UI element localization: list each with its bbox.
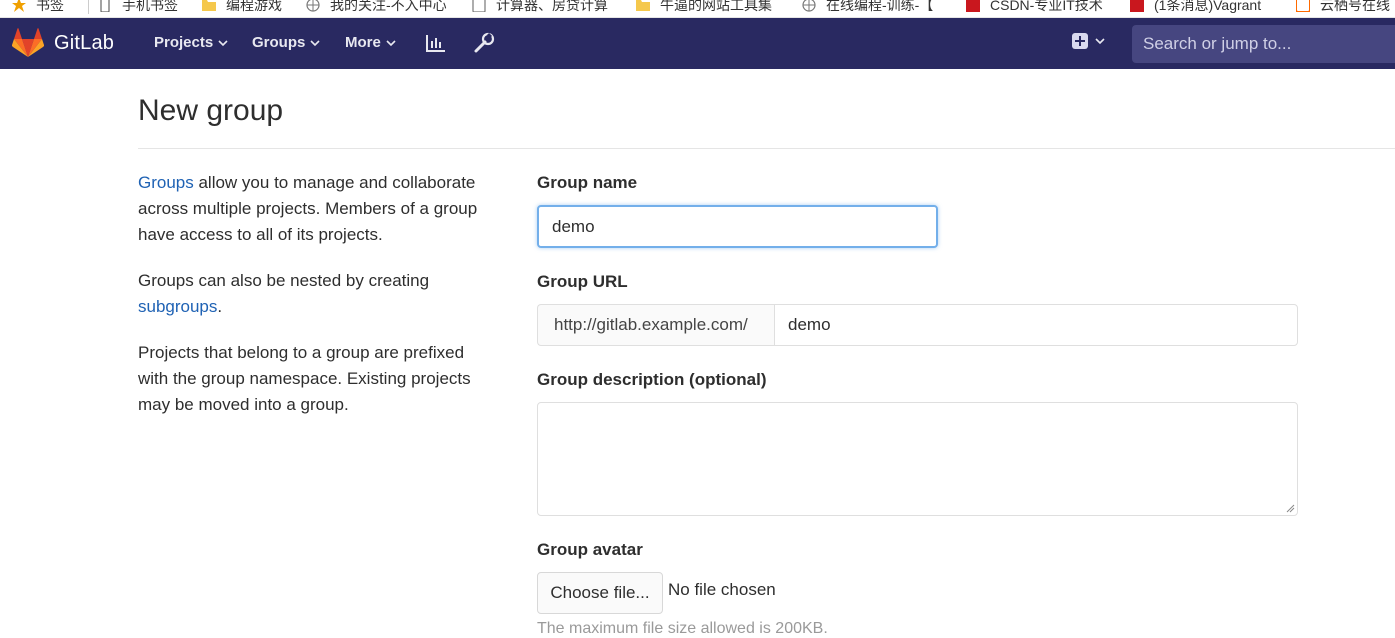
title-divider (138, 148, 1395, 149)
bookmark-label: 计算器、房贷计算 (496, 0, 608, 13)
nav-item-label: Groups (252, 34, 306, 51)
nav-item-label: Projects (154, 34, 214, 51)
chevron-down-icon (218, 39, 228, 46)
bookmark-item[interactable]: 手机书签 (98, 0, 178, 16)
bookmark-item[interactable]: 云栖号在线 (1296, 0, 1390, 16)
avatar-help-text: The maximum file size allowed is 200KB. (537, 620, 828, 637)
file-status-text: No file chosen (668, 580, 776, 599)
globe-icon (306, 0, 320, 12)
bookmark-label: 书签 (36, 0, 64, 13)
cloud-icon (1296, 0, 1310, 12)
bookmark-item[interactable]: 计算器、房贷计算 (472, 0, 608, 16)
choose-file-button[interactable]: Choose file... (537, 572, 663, 614)
subgroups-help-link[interactable]: subgroups (138, 297, 217, 316)
chevron-down-icon (1095, 38, 1105, 45)
groups-help-link[interactable]: Groups (138, 173, 194, 192)
page-title: New group (138, 94, 284, 127)
bookmark-item[interactable]: 书签 (12, 0, 64, 16)
nav-projects-dropdown[interactable]: Projects (154, 34, 228, 51)
bookmark-item[interactable]: 我的关注-不入中心 (306, 0, 447, 16)
calculator-icon (472, 0, 486, 12)
nav-groups-dropdown[interactable]: Groups (252, 34, 320, 51)
chevron-down-icon (310, 39, 320, 46)
csdn-icon (1130, 0, 1144, 12)
group-description-textarea[interactable] (537, 402, 1298, 516)
plus-square-icon (1072, 33, 1088, 49)
bookmark-label: 在线编程-训练-【 (826, 0, 934, 13)
search-input[interactable]: Search or jump to... (1132, 25, 1395, 63)
bookmark-item[interactable]: 牛逼的网站工具集 (636, 0, 772, 16)
star-icon (12, 0, 26, 12)
folder-icon (636, 0, 650, 11)
choose-file-label: Choose file... (550, 583, 650, 602)
group-avatar-label: Group avatar (537, 540, 643, 559)
group-name-input[interactable]: demo (537, 205, 938, 248)
info-paragraph-namespace: Projects that belong to a group are pref… (138, 340, 498, 418)
info-paragraph-subgroups: Groups can also be nested by creating su… (138, 268, 498, 320)
info-text: Groups can also be nested by creating (138, 271, 430, 290)
bookmark-label: 我的关注-不入中心 (330, 0, 447, 13)
group-url-label: Group URL (537, 272, 628, 291)
group-name-label: Group name (537, 173, 638, 192)
bookmark-item[interactable]: CSDN-专业IT技术 (966, 0, 1103, 16)
group-path-input[interactable]: demo (774, 304, 1298, 346)
activity-chart-icon[interactable] (425, 32, 447, 54)
new-item-dropdown[interactable] (1072, 33, 1105, 49)
bookmarks-bar: 书签 手机书签 编程游戏 我的关注-不入中心 计算器、房贷计算 牛逼的网站工具集… (0, 0, 1395, 18)
bookmark-label: CSDN-专业IT技术 (990, 0, 1103, 13)
bookmark-label: 手机书签 (122, 0, 178, 13)
bookmark-item[interactable]: 在线编程-训练-【 (802, 0, 933, 16)
nav-item-label: More (345, 34, 381, 51)
info-paragraph-groups: Groups allow you to manage and collabora… (138, 170, 498, 248)
info-text: Projects that belong to a group are pref… (138, 343, 471, 414)
url-prefix-text: http://gitlab.example.com/ (554, 315, 748, 334)
wrench-admin-icon[interactable] (473, 32, 495, 54)
folder-icon (202, 0, 216, 11)
bookmark-label: 牛逼的网站工具集 (660, 0, 772, 13)
phone-icon (100, 0, 110, 12)
bookmark-label: 编程游戏 (226, 0, 282, 13)
bookmark-label: (1条消息)Vagrant (1154, 0, 1262, 13)
gitlab-logo[interactable]: GitLab (12, 28, 114, 58)
globe-icon (802, 0, 816, 12)
group-name-value: demo (552, 216, 595, 236)
group-description-label: Group description (optional) (537, 370, 767, 389)
search-placeholder: Search or jump to... (1143, 34, 1292, 53)
gitlab-tanuki-icon (12, 28, 44, 57)
top-navbar: GitLab Projects Groups More Search or ju… (0, 18, 1395, 69)
resize-handle-icon[interactable] (1286, 504, 1295, 513)
csdn-icon (966, 0, 980, 12)
nav-more-dropdown[interactable]: More (345, 34, 396, 51)
chevron-down-icon (386, 39, 396, 46)
logo-text: GitLab (54, 31, 115, 54)
group-path-value: demo (788, 315, 831, 334)
bookmark-separator (88, 0, 89, 14)
bookmark-item[interactable]: (1条消息)Vagrant (1130, 0, 1261, 16)
info-text: . (217, 297, 223, 316)
bookmark-label: 云栖号在线 (1320, 0, 1390, 13)
group-url-prefix: http://gitlab.example.com/ (537, 304, 775, 346)
bookmark-item[interactable]: 编程游戏 (202, 0, 282, 16)
